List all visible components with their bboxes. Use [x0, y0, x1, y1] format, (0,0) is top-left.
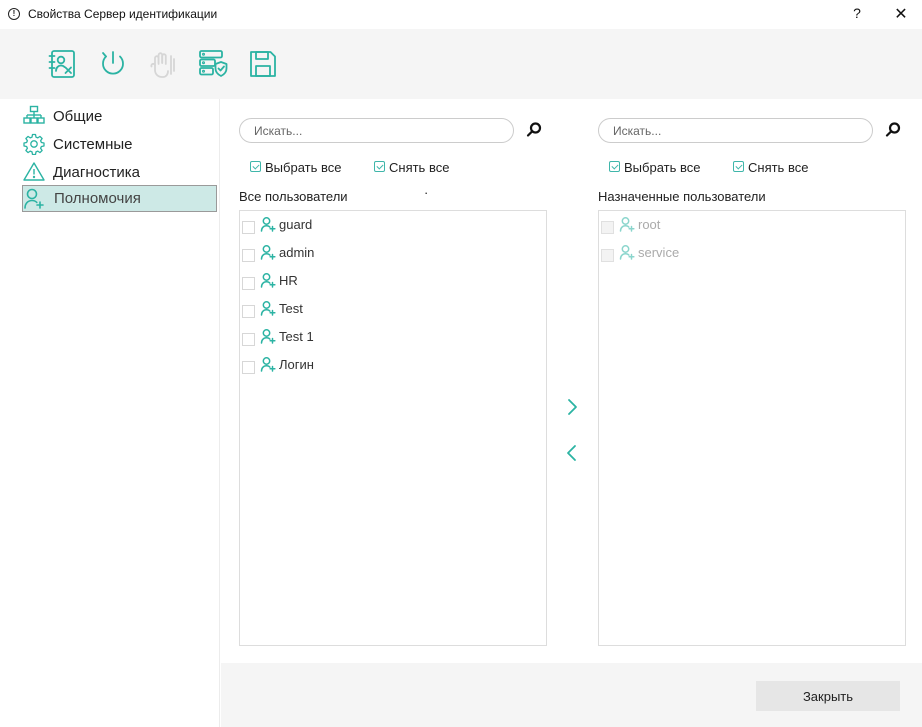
sidebar-item-permissions[interactable]: Полномочия: [22, 185, 217, 212]
close-window-button[interactable]: ✕: [893, 4, 909, 24]
assigned-users-search-input[interactable]: [613, 124, 853, 138]
power-button[interactable]: [97, 48, 129, 80]
hierarchy-icon: [23, 105, 45, 124]
sidebar-item-label: Системные: [53, 136, 133, 153]
title-bar: ! Свойства Сервер идентификации ? ✕: [0, 0, 922, 29]
assigned-users-search-box: [598, 118, 873, 143]
user-add-icon: [619, 245, 635, 260]
search-icon[interactable]: [884, 121, 902, 139]
chevron-left-icon: [567, 445, 576, 461]
sidebar-item-system[interactable]: Системные: [22, 131, 217, 158]
close-button[interactable]: Закрыть: [756, 681, 900, 711]
check-icon: [250, 161, 261, 172]
list-item[interactable]: Логин: [241, 355, 521, 375]
server-shield-icon: [199, 50, 228, 77]
check-icon: [374, 161, 385, 172]
list-item[interactable]: guard: [241, 215, 521, 235]
sidebar: Общие Системные Диагностика Полномочия: [0, 99, 220, 727]
user-add-icon: [260, 245, 276, 260]
server-shield-button[interactable]: [197, 48, 229, 80]
dialog-footer: Закрыть: [221, 663, 922, 727]
sidebar-item-label: Общие: [53, 108, 103, 125]
list-item: service: [600, 243, 880, 263]
hand-stop-button[interactable]: [147, 48, 179, 80]
check-icon: [609, 161, 620, 172]
info-icon: !: [8, 8, 20, 20]
user-add-icon: [260, 301, 276, 316]
row-checkbox[interactable]: [242, 249, 255, 262]
user-add-icon: [619, 217, 635, 232]
row-checkbox[interactable]: [242, 305, 255, 318]
save-icon: [250, 51, 276, 77]
search-icon[interactable]: [525, 121, 543, 139]
all-users-list: guard admin HR Test Test 1 Логин: [239, 210, 547, 646]
hand-stop-icon: [150, 52, 175, 78]
help-button[interactable]: ?: [850, 5, 864, 21]
move-right-button[interactable]: [564, 397, 580, 417]
power-icon: [102, 51, 124, 75]
gear-icon: [23, 133, 45, 155]
user-add-icon: [260, 329, 276, 344]
window-title: Свойства Сервер идентификации: [28, 7, 218, 21]
row-checkbox: [601, 249, 614, 262]
all-users-title: Все пользователи: [239, 189, 348, 204]
row-checkbox[interactable]: [242, 333, 255, 346]
all-users-search-box: [239, 118, 514, 143]
user-add-icon: [24, 188, 44, 209]
toolbar: [0, 29, 922, 99]
list-item[interactable]: Test 1: [241, 327, 521, 347]
all-users-search-input[interactable]: [254, 124, 494, 138]
user-add-icon: [260, 217, 276, 232]
list-item[interactable]: admin: [241, 243, 521, 263]
row-checkbox: [601, 221, 614, 234]
title-mark: ·: [424, 185, 429, 200]
warning-icon: [23, 162, 45, 181]
user-add-icon: [260, 357, 276, 372]
assigned-users-title: Назначенные пользователи: [598, 189, 766, 204]
row-checkbox[interactable]: [242, 361, 255, 374]
contacts-remove-icon: [48, 50, 75, 78]
list-item[interactable]: Test: [241, 299, 521, 319]
move-left-button[interactable]: [564, 443, 580, 463]
permissions-panel: Выбрать все Снять все Все пользователи ·…: [221, 99, 922, 663]
sidebar-item-label: Диагностика: [53, 164, 140, 181]
sidebar-item-general[interactable]: Общие: [22, 103, 217, 130]
sidebar-item-label: Полномочия: [54, 190, 141, 207]
chevron-right-icon: [568, 399, 577, 415]
assigned-users-list: root service: [598, 210, 906, 646]
sidebar-item-diagnostics[interactable]: Диагностика: [22, 159, 217, 186]
row-checkbox[interactable]: [242, 277, 255, 290]
list-item: root: [600, 215, 880, 235]
row-checkbox[interactable]: [242, 221, 255, 234]
check-icon: [733, 161, 744, 172]
save-button[interactable]: [247, 48, 279, 80]
user-add-icon: [260, 273, 276, 288]
contacts-remove-button[interactable]: [47, 48, 79, 80]
list-item[interactable]: HR: [241, 271, 521, 291]
